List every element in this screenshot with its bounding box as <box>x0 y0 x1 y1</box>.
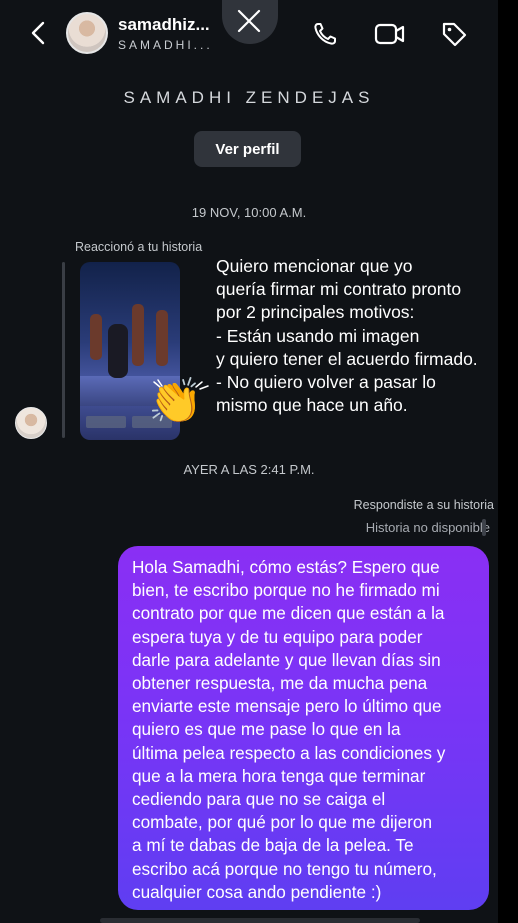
profile-name: SAMADHI ZENDEJAS <box>123 88 375 107</box>
outgoing-message-bubble[interactable]: Hola Samadhi, cómo estás? Espero que bie… <box>118 546 489 910</box>
boxer-figure <box>108 324 128 378</box>
view-profile-button[interactable]: Ver perfil <box>194 131 301 167</box>
close-icon <box>237 9 261 33</box>
timestamp: AYER A LAS 2:41 P.M. <box>183 462 315 477</box>
composer-edge <box>100 918 420 923</box>
reply-line <box>62 262 65 438</box>
story-unavailable: Historia no disponible <box>365 520 490 535</box>
clap-sticker: 👏 <box>148 377 203 426</box>
back-icon[interactable] <box>26 20 52 46</box>
phone-icon[interactable] <box>311 20 339 48</box>
incoming-message: Quiero mencionar que yo quería firmar mi… <box>216 256 478 416</box>
avatar[interactable] <box>66 12 108 54</box>
header-username[interactable]: SAMADHI... <box>118 38 213 52</box>
header-name[interactable]: samadhiz... <box>118 15 210 35</box>
chat-header: samadhiz... SAMADHI... <box>0 0 498 72</box>
reply-line <box>482 519 486 536</box>
video-icon[interactable] <box>374 20 406 48</box>
sender-avatar[interactable] <box>15 407 47 439</box>
timestamp: 19 NOV, 10:00 A.M. <box>191 205 307 220</box>
tag-icon[interactable] <box>440 20 468 48</box>
reaction-label: Reaccionó a tu historia <box>75 240 203 254</box>
close-button[interactable] <box>222 0 278 44</box>
replied-label: Respondiste a su historia <box>353 498 494 512</box>
screen-edge <box>498 0 518 923</box>
